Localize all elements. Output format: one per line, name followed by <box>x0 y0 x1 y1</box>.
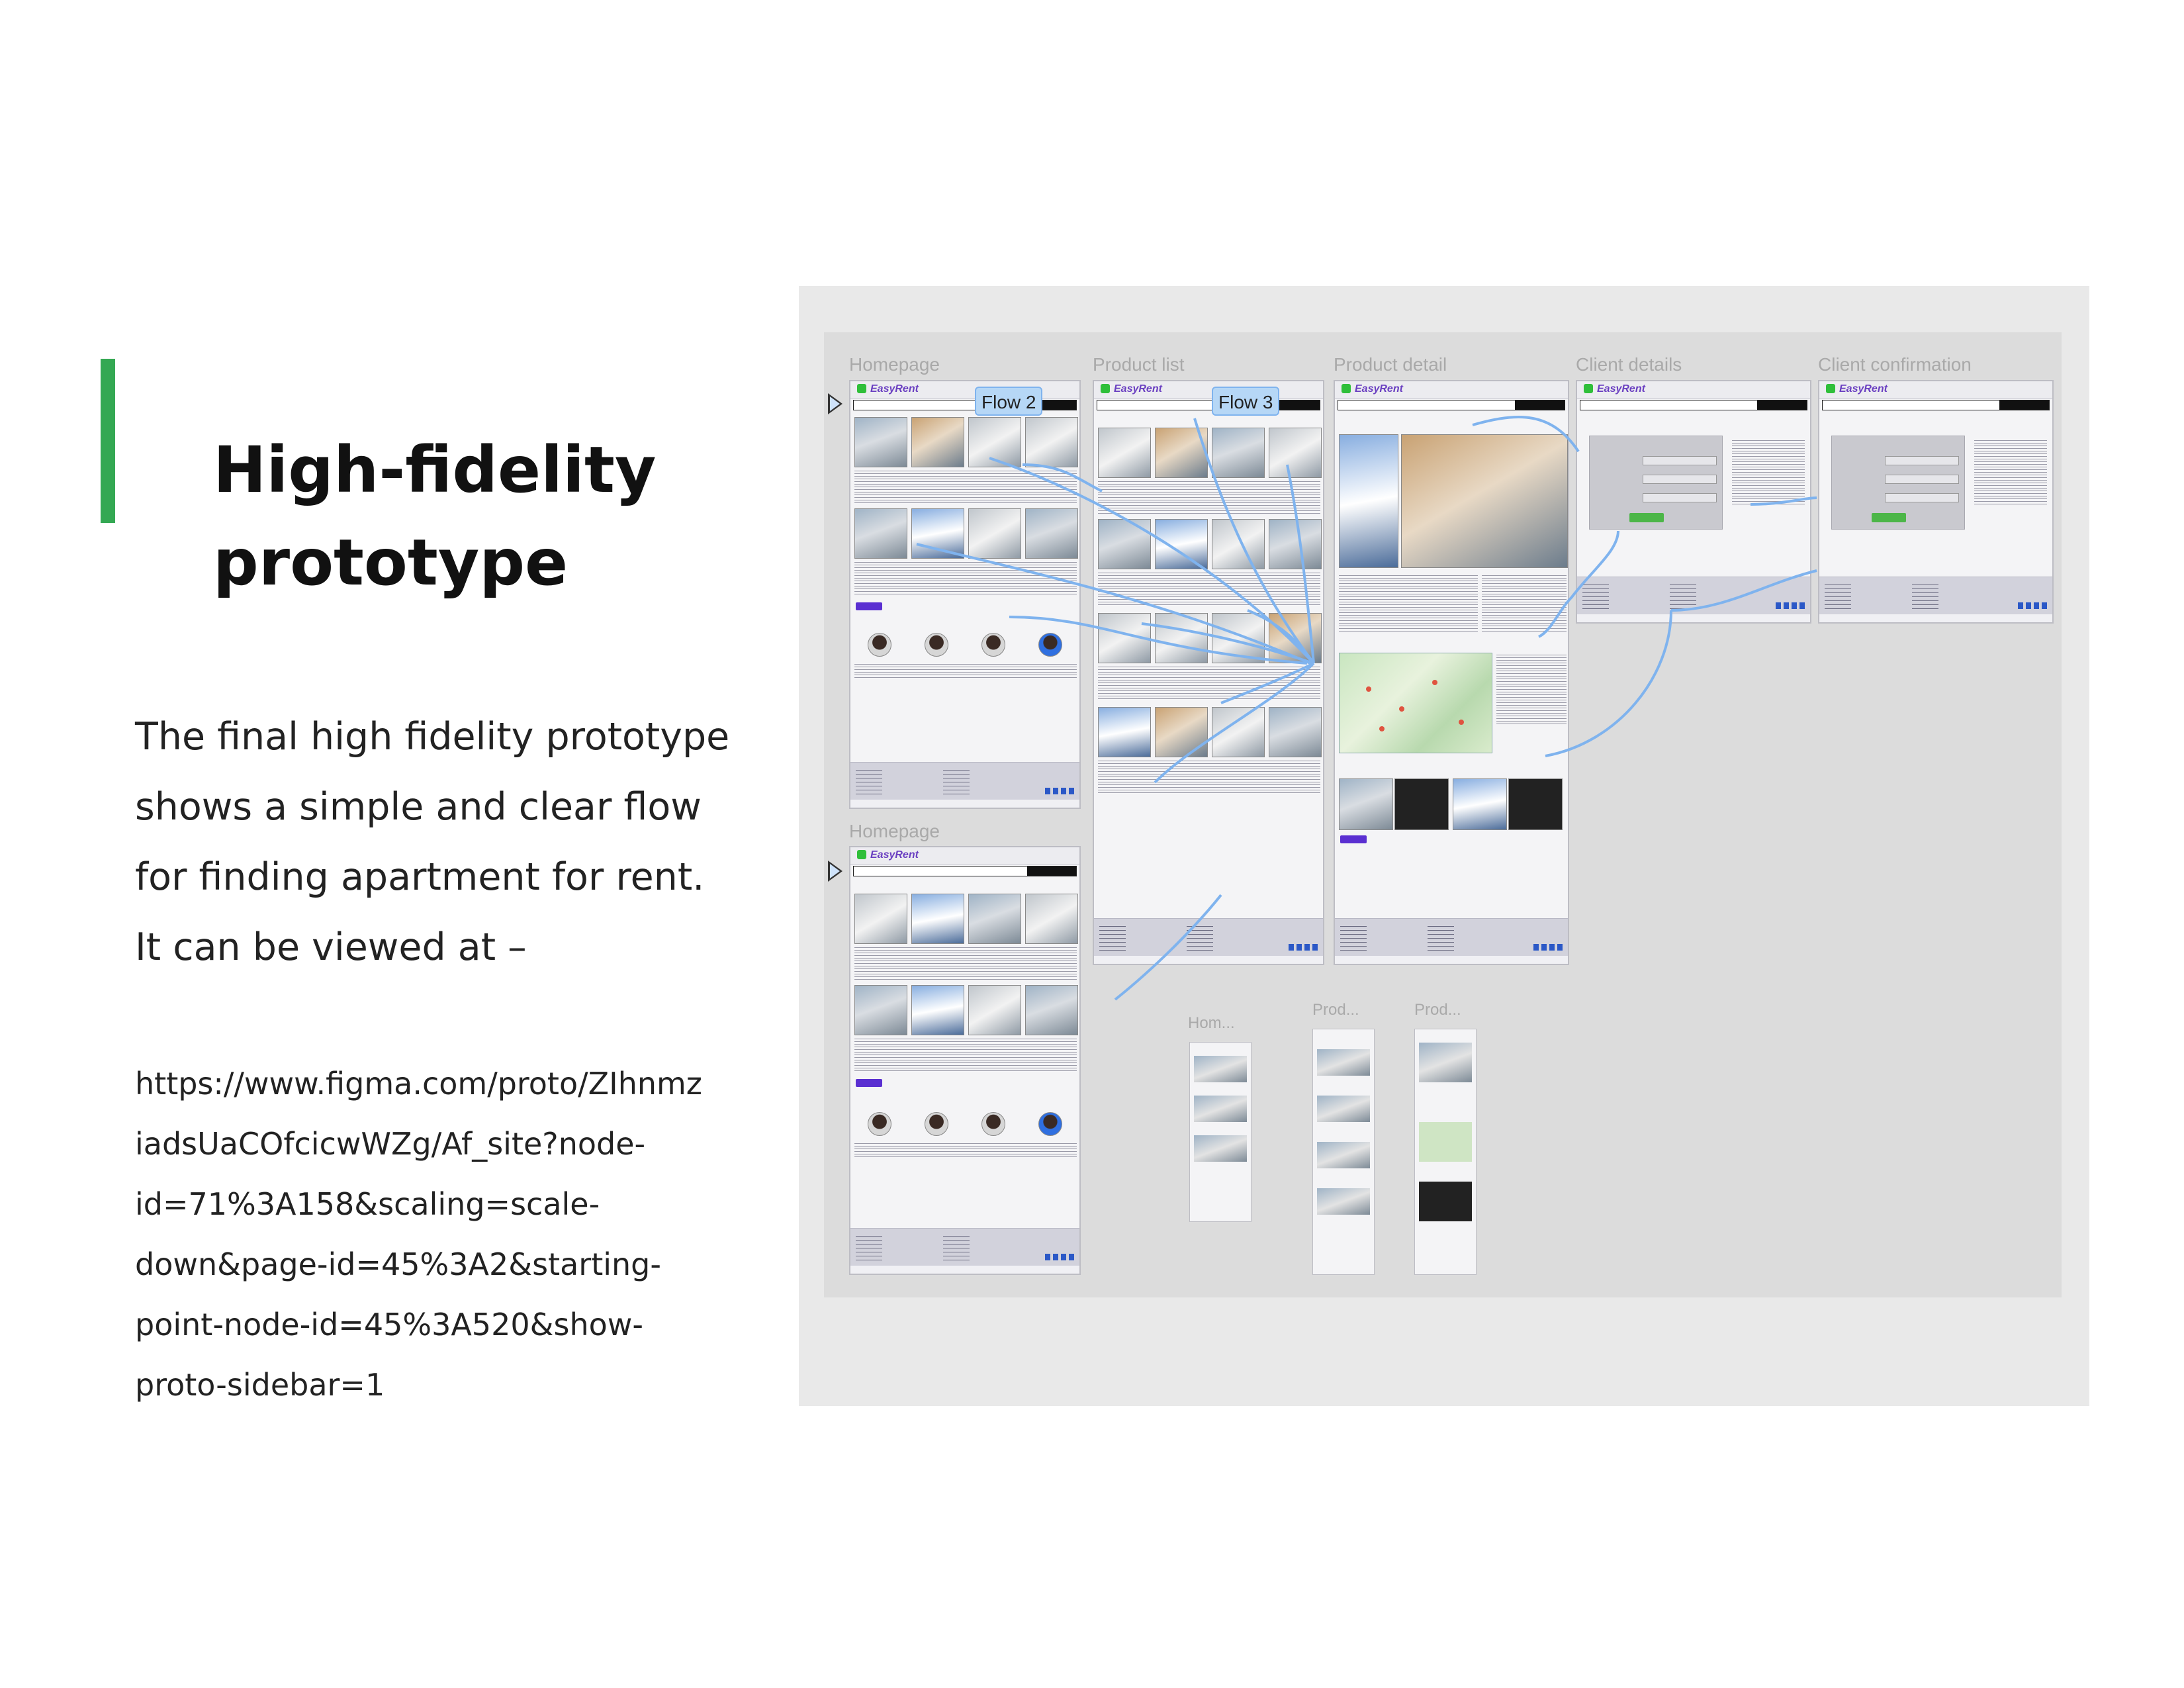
frame-label-homepage-2: Homepage <box>849 821 940 841</box>
slide-title-line: prototype <box>213 526 569 600</box>
product-detail-frame[interactable]: EasyRent <box>1334 380 1569 965</box>
link-line[interactable]: down&page-id=45%3A2&starting- <box>135 1235 797 1295</box>
social-icons[interactable] <box>1533 944 1563 951</box>
mini-prod-1-frame[interactable] <box>1312 1029 1375 1275</box>
client-confirmation-frame[interactable]: EasyRent <box>1818 380 2054 624</box>
avatar <box>868 1112 891 1136</box>
logo-icon: EasyRent <box>1101 383 1162 395</box>
search-bar[interactable] <box>853 400 1077 410</box>
search-bar[interactable] <box>1338 400 1565 410</box>
link-line[interactable]: iadsUaCOfcicwWZg/Af_site?node- <box>135 1114 797 1174</box>
slide-body: The final high fidelity prototype shows … <box>135 702 751 982</box>
client-details-frame[interactable]: EasyRent <box>1576 380 1811 624</box>
body-line: shows a simple and clear flow <box>135 785 702 829</box>
search-bar[interactable] <box>853 866 1077 876</box>
avatar <box>925 1112 948 1136</box>
mini-home-frame[interactable] <box>1189 1042 1251 1222</box>
body-line: The final high fidelity prototype <box>135 715 730 759</box>
body-line: It can be viewed at – <box>135 925 527 969</box>
prototype-link[interactable]: https://www.figma.com/proto/ZIhnmz iadsU… <box>135 1054 797 1415</box>
link-line[interactable]: proto-sidebar=1 <box>135 1355 797 1415</box>
social-icons[interactable] <box>1045 1254 1074 1260</box>
social-icons[interactable] <box>1289 944 1318 951</box>
flow-tag-flow3[interactable]: Flow 3 <box>1212 387 1280 416</box>
logo-icon: EasyRent <box>1584 383 1645 395</box>
avatar <box>925 633 948 657</box>
submit-button[interactable] <box>1629 513 1664 522</box>
logo-icon: EasyRent <box>1826 383 1888 395</box>
frame-label-mini-home: Hom... <box>1188 1014 1235 1032</box>
mini-prod-2-frame[interactable] <box>1414 1029 1477 1275</box>
search-bar[interactable] <box>1097 400 1320 410</box>
homepage-frame[interactable]: EasyRent <box>849 380 1081 809</box>
confirmation-form <box>1831 436 1965 530</box>
avatar <box>981 633 1005 657</box>
client-form[interactable] <box>1589 436 1723 530</box>
social-icons[interactable] <box>1776 602 1805 609</box>
avatar <box>981 1112 1005 1136</box>
frame-label-client-confirmation: Client confirmation <box>1818 354 1972 375</box>
slide-title-line: High-fidelity <box>213 433 657 507</box>
link-line[interactable]: id=71%3A158&scaling=scale- <box>135 1174 797 1235</box>
link-line[interactable]: https://www.figma.com/proto/ZIhnmz <box>135 1054 797 1114</box>
frame-label-product-list: Product list <box>1093 354 1185 375</box>
link-line[interactable]: point-node-id=45%3A520&show- <box>135 1295 797 1355</box>
frame-label-mini-prod-1: Prod... <box>1312 1001 1359 1019</box>
product-list-frame[interactable]: EasyRent <box>1093 380 1324 965</box>
avatar <box>1038 1112 1062 1136</box>
play-icon[interactable] <box>828 861 842 882</box>
accent-bar <box>101 359 115 523</box>
flow-tag-flow2[interactable]: Flow 2 <box>975 387 1043 416</box>
avatar <box>1038 633 1062 657</box>
search-bar[interactable] <box>1580 400 1807 410</box>
frame-label-mini-prod-2: Prod... <box>1414 1001 1461 1019</box>
frame-label-client-details: Client details <box>1576 354 1682 375</box>
logo-icon: EasyRent <box>857 849 919 861</box>
social-icons[interactable] <box>1045 788 1074 794</box>
map[interactable] <box>1339 653 1492 753</box>
social-icons[interactable] <box>2018 602 2047 609</box>
homepage-2-frame[interactable]: EasyRent <box>849 846 1081 1275</box>
play-icon[interactable] <box>828 393 842 414</box>
frame-label-homepage: Homepage <box>849 354 940 375</box>
figma-canvas: Homepage Product list Product detail Cli… <box>824 332 2062 1297</box>
logo-icon: EasyRent <box>1342 383 1403 395</box>
body-line: for finding apartment for rent. <box>135 855 705 899</box>
frame-label-product-detail: Product detail <box>1334 354 1447 375</box>
search-bar[interactable] <box>1822 400 2050 410</box>
slide-title: High-fidelity prototype <box>213 424 716 609</box>
avatar <box>868 633 891 657</box>
logo-icon: EasyRent <box>857 383 919 395</box>
